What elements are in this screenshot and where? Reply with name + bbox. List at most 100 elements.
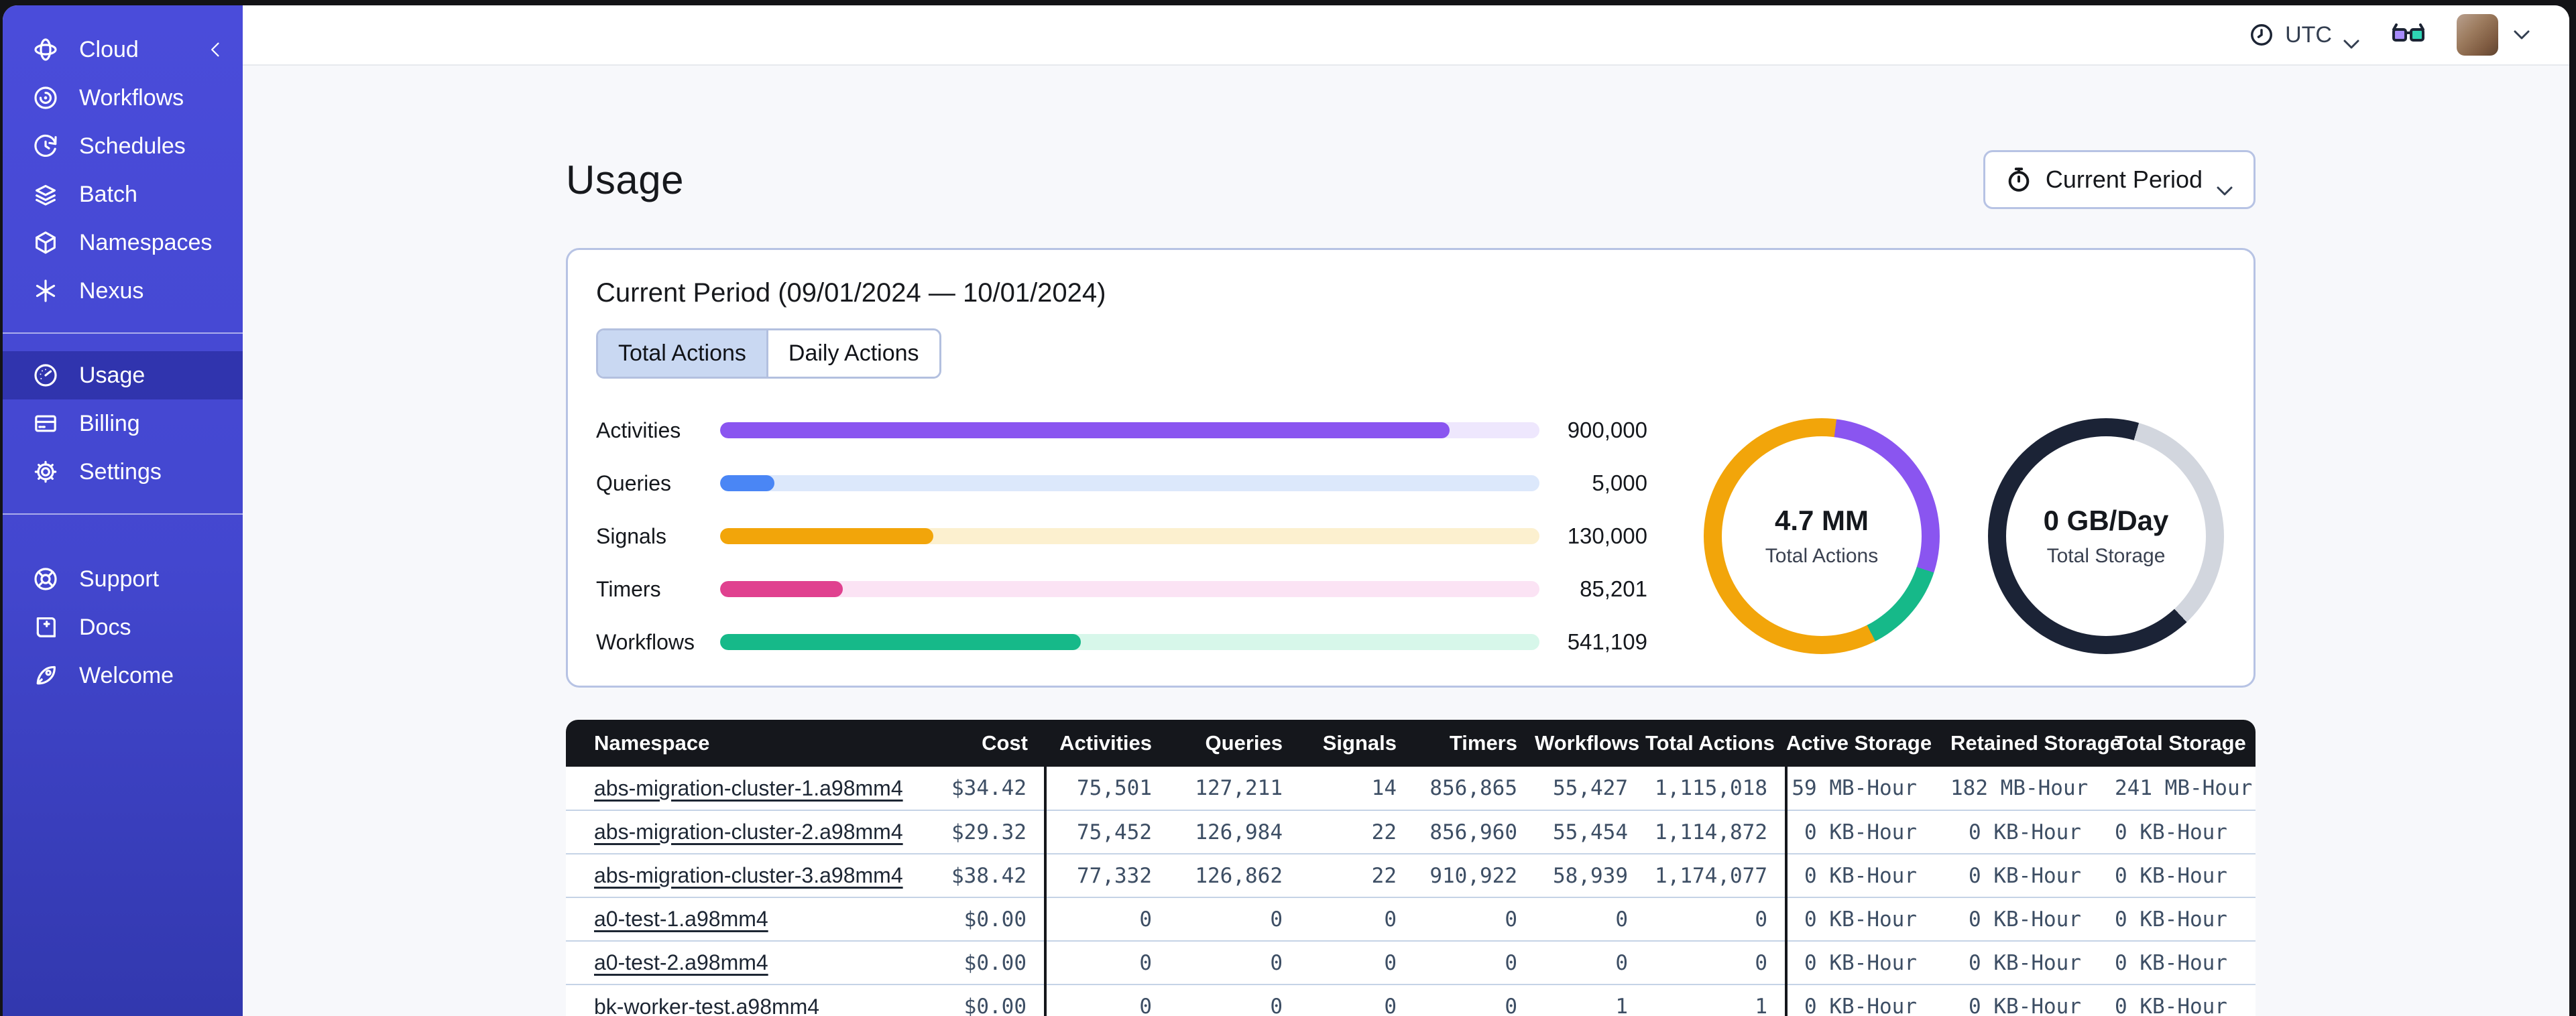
namespace-link[interactable]: abs-migration-cluster-2.a98mm4 — [594, 820, 903, 844]
table-row: abs-migration-cluster-2.a98mm4 $29.32 75,4… — [566, 810, 2256, 854]
table-cell: 1 — [1645, 984, 1788, 1016]
table-cell: 0 — [1045, 897, 1169, 941]
chevron-left-icon[interactable] — [207, 40, 225, 59]
table-cell: 182 MB-Hour — [1950, 776, 2089, 800]
namespaces-icon — [32, 229, 59, 256]
table-cell: 856,960 — [1414, 810, 1535, 854]
table-cell: 127,211 — [1195, 776, 1283, 800]
table-cell-namespace: bk-worker-test.a98mm4 — [566, 984, 931, 1016]
content: Usage Current Period Current Period (09/… — [243, 66, 2569, 1016]
table-body: abs-migration-cluster-1.a98mm4 $34.42 75,5… — [566, 767, 2256, 1016]
bar-value: 900,000 — [1567, 418, 1647, 442]
tab-daily-actions[interactable]: Daily Actions — [766, 330, 939, 377]
table-row: bk-worker-test.a98mm4 $0.00 0 0 0 0 1 1 0 KB-Hou… — [566, 984, 2256, 1016]
namespace-link[interactable]: bk-worker-test.a98mm4 — [594, 995, 819, 1016]
support-lifebuoy-icon — [32, 566, 59, 592]
table-cell: 0 KB-Hour — [2115, 810, 2256, 854]
total-storage-donut: 0 GB/Day Total Storage — [1988, 418, 2224, 654]
table-cell: 126,984 — [1169, 810, 1300, 854]
sidebar-item-namespaces[interactable]: Namespaces — [3, 218, 243, 267]
billing-card-icon — [32, 410, 59, 437]
bar-row: Workflows 541,109 — [596, 629, 1647, 655]
table-cell: 0 KB-Hour — [2115, 984, 2256, 1016]
timezone-selector[interactable]: UTC — [2249, 22, 2360, 49]
table-cell: 0 — [1300, 897, 1414, 941]
current-period-card: Current Period (09/01/2024 — 10/01/2024)… — [566, 248, 2256, 688]
table-cell: 0 KB-Hour — [1786, 984, 1950, 1016]
table-cell: 0 — [1535, 897, 1645, 941]
table-cell: 0 KB-Hour — [1786, 897, 1950, 941]
sidebar-item-docs[interactable]: Docs — [3, 603, 243, 651]
bar-value: 85,201 — [1580, 576, 1647, 601]
table-cell: 0 — [1645, 940, 1788, 985]
sidebar-item-label: Workflows — [79, 84, 184, 111]
table-cell: 241 MB-Hour — [2115, 776, 2253, 800]
period-select-button[interactable]: Current Period — [1983, 150, 2256, 209]
docs-book-icon — [32, 614, 59, 641]
namespace-usage-table: Namespace Cost Activities Queries Signals Tim… — [566, 720, 2256, 1016]
column-header: Namespace — [566, 720, 931, 767]
namespace-link[interactable]: abs-migration-cluster-3.a98mm4 — [594, 863, 903, 887]
column-header: Total Storage — [2115, 720, 2256, 767]
bar-label: Signals — [596, 523, 666, 548]
table-cell: 0 KB-Hour — [1786, 853, 1950, 897]
namespace-link[interactable]: a0-test-1.a98mm4 — [594, 907, 768, 931]
bar-row: Timers 85,201 — [596, 576, 1647, 602]
bar-row: Signals 130,000 — [596, 523, 1647, 549]
table-cell: 55,427 — [1553, 776, 1628, 800]
sidebar: Cloud Workflows Schedules Batch Namespac… — [3, 5, 243, 1016]
table-cell: 14 — [1371, 776, 1397, 800]
nexus-icon — [32, 277, 59, 304]
table-cell: 22 — [1300, 853, 1414, 897]
actions-bar-chart: Activities 900,000 Queries 5,000 Signals 130,… — [596, 418, 1647, 655]
bar-row: Queries 5,000 — [596, 470, 1647, 496]
donut-label: Total Actions — [1765, 545, 1879, 567]
sidebar-item-support[interactable]: Support — [3, 555, 243, 603]
table-cell: 0 KB-Hour — [1950, 853, 2115, 897]
glasses-icon[interactable] — [2391, 21, 2426, 48]
topbar: UTC — [243, 5, 2569, 66]
bar-fill — [720, 528, 933, 544]
sidebar-divider — [3, 513, 243, 515]
bar-track — [720, 475, 1539, 491]
table-cell: 0 KB-Hour — [1786, 810, 1950, 854]
sidebar-brand-cloud[interactable]: Cloud — [3, 25, 243, 74]
sidebar-item-billing[interactable]: Billing — [3, 399, 243, 448]
bar-value: 541,109 — [1567, 629, 1647, 654]
tab-total-actions[interactable]: Total Actions — [598, 330, 766, 377]
table-cell: 0 — [1645, 897, 1788, 941]
sidebar-item-workflows[interactable]: Workflows — [3, 74, 243, 122]
table-cell: 0 — [1414, 940, 1535, 985]
chevron-down-icon[interactable] — [2513, 29, 2530, 40]
table-cell: $0.00 — [931, 897, 1047, 941]
user-menu[interactable] — [2457, 14, 2530, 56]
table-cell: 58,939 — [1535, 853, 1645, 897]
table-cell: 1,174,077 — [1645, 853, 1788, 897]
clock-icon — [2251, 24, 2273, 46]
bar-label: Timers — [596, 576, 661, 601]
sidebar-item-usage[interactable]: Usage — [3, 351, 243, 399]
table-cell: $29.32 — [931, 810, 1047, 854]
user-avatar[interactable] — [2457, 14, 2498, 56]
table-cell: $34.42 — [931, 767, 1047, 810]
sidebar-item-settings[interactable]: Settings — [3, 448, 243, 496]
table-cell: 0 KB-Hour — [1950, 940, 2115, 985]
chevron-down-icon — [2216, 174, 2233, 196]
table-row: a0-test-1.a98mm4 $0.00 0 0 0 0 0 0 0 KB-Hour 0 KB… — [566, 897, 2256, 941]
sidebar-brand-label: Cloud — [79, 36, 139, 62]
sidebar-item-nexus[interactable]: Nexus — [3, 267, 243, 315]
sidebar-item-label: Welcome — [79, 662, 174, 688]
table-cell: 0 KB-Hour — [1950, 897, 2115, 941]
sidebar-item-welcome[interactable]: Welcome — [3, 651, 243, 700]
table-cell: 0 — [1169, 984, 1300, 1016]
bar-track — [720, 528, 1539, 544]
sidebar-item-schedules[interactable]: Schedules — [3, 122, 243, 170]
bar-fill — [720, 581, 843, 597]
period-button-label: Current Period — [2045, 166, 2203, 193]
schedules-icon — [32, 133, 59, 160]
table-cell: 0 KB-Hour — [1950, 810, 2115, 854]
namespace-link[interactable]: abs-migration-cluster-1.a98mm4 — [594, 776, 903, 800]
sidebar-item-batch[interactable]: Batch — [3, 170, 243, 218]
table-header-row: Namespace Cost Activities Queries Signals Tim… — [566, 720, 2256, 767]
namespace-link[interactable]: a0-test-2.a98mm4 — [594, 950, 768, 974]
